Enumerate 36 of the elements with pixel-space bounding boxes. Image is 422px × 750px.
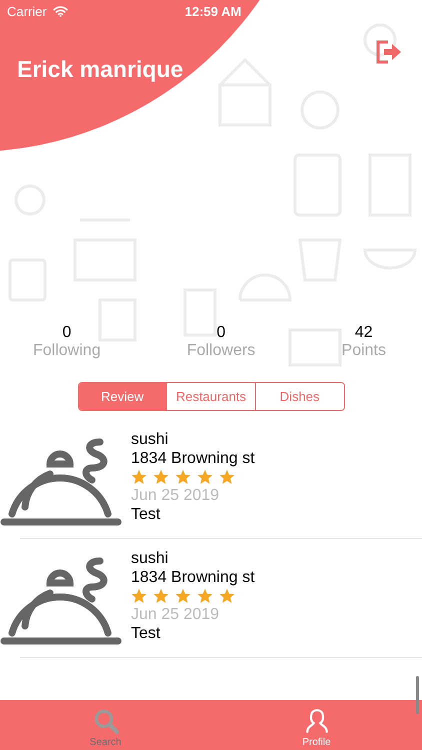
restaurant-address: 1834 Browning st [131, 568, 255, 587]
stat-label: Points [342, 342, 386, 360]
scroll-indicator [416, 676, 419, 714]
tab-bar-item[interactable]: Search [0, 700, 211, 750]
stat-value: 0 [216, 324, 226, 342]
stat-label: Following [33, 342, 101, 360]
restaurant-name: sushi [131, 430, 170, 449]
star-icon [175, 588, 191, 604]
star-icon [131, 588, 147, 604]
star-icon [219, 588, 235, 604]
star-icon [219, 469, 235, 485]
segment-tab[interactable]: Review [78, 383, 166, 410]
segment-tab[interactable]: Dishes [254, 383, 344, 410]
review-text: Test [131, 624, 162, 643]
stat-value: 0 [62, 324, 72, 342]
star-icon [131, 469, 147, 485]
star-icon [153, 469, 169, 485]
tab-bar-item[interactable]: Profile [211, 700, 422, 750]
restaurant-address: 1834 Browning st [131, 449, 255, 468]
profile-name: Erick manrique [17, 56, 184, 83]
status-time: 12:59 AM [184, 4, 242, 18]
restaurant-name: sushi [131, 549, 170, 568]
person-icon [304, 707, 330, 735]
search-icon [92, 707, 118, 735]
stat-value: 42 [354, 324, 373, 342]
review-date: Jun 25 2019 [131, 486, 220, 505]
logout-icon[interactable] [376, 40, 402, 64]
star-icon [197, 469, 213, 485]
carrier-name: Carrier [7, 4, 47, 18]
stat-label: Followers [186, 342, 256, 360]
star-icon [153, 588, 169, 604]
star-icon [175, 469, 191, 485]
review-text: Test [131, 505, 162, 524]
star-icon [197, 588, 213, 604]
wifi-icon [52, 6, 68, 16]
review-date: Jun 25 2019 [131, 605, 220, 624]
